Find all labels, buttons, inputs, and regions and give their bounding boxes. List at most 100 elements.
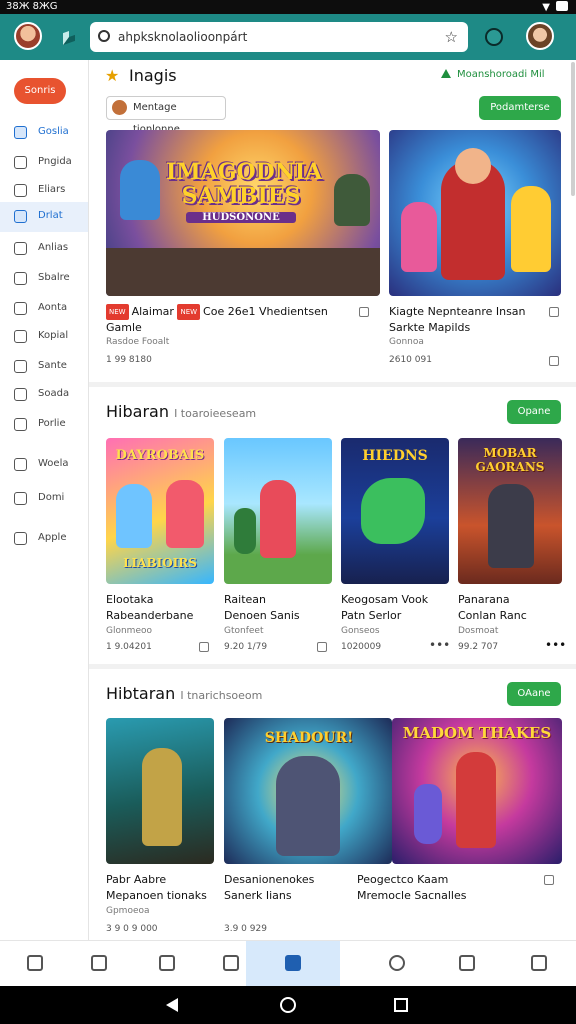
sidebar-item[interactable]: Apple: [0, 524, 88, 554]
sidebar-item[interactable]: Soada: [0, 380, 88, 410]
play-icon: [91, 955, 107, 971]
search-input[interactable]: ahpksknolaolioonpárt: [118, 30, 247, 44]
sidebar-primary-button[interactable]: Sonris: [14, 78, 66, 104]
tag-icon: [14, 330, 27, 343]
menu-toggle-icon[interactable]: [63, 28, 75, 46]
apps-icon: [285, 955, 301, 971]
card-title[interactable]: NEW Alaimar NEW Coe 26e1 Vhedientsen Gamle: [106, 304, 366, 336]
card-subtitle: Gpmoeoa: [106, 906, 150, 916]
sidebar-item-label: Domi: [38, 492, 65, 503]
sidebar-item[interactable]: Pngida: [0, 148, 88, 178]
sidebar-item-label: Woela: [38, 458, 69, 469]
card-title-line2: Conlan Ranc: [458, 609, 527, 622]
recents-icon[interactable]: [394, 998, 408, 1012]
star-icon[interactable]: ☆: [445, 22, 458, 52]
link-icon: [14, 242, 27, 255]
sidebar-item[interactable]: Anlias: [0, 234, 88, 264]
bottom-nav-item[interactable]: [432, 941, 502, 987]
bottom-nav-item[interactable]: [132, 941, 202, 987]
bottom-nav-item[interactable]: [64, 941, 134, 987]
sidebar-item[interactable]: Aonta: [0, 294, 88, 324]
section-action-button[interactable]: Opane: [507, 400, 561, 424]
more-icon[interactable]: [544, 875, 554, 885]
card-title[interactable]: Panarana Conlan Ranc: [458, 592, 562, 624]
sidebar-item[interactable]: Sante: [0, 352, 88, 382]
game-card-image[interactable]: [389, 130, 561, 296]
more-icon[interactable]: [549, 307, 559, 317]
app-logo-avatar[interactable]: [14, 22, 42, 50]
card-title[interactable]: Raitean Denoen Sanis: [224, 592, 334, 624]
game-card-image[interactable]: MADOM THAKES: [392, 718, 562, 864]
sidebar-item-label: Sante: [38, 360, 67, 371]
bottom-nav-item[interactable]: [0, 941, 70, 987]
warrior-character: [488, 484, 534, 568]
section-right-link[interactable]: Moanshoroadi Mil: [441, 69, 545, 80]
card-meta: 9.20 1/79: [224, 642, 268, 652]
card-meta: 3 9 0 9 000: [106, 924, 158, 934]
game-card-image[interactable]: MOBAR GAORANS: [458, 438, 562, 584]
card-title[interactable]: Keogosam Vook Patn Serlor: [341, 592, 453, 624]
scrollbar[interactable]: [571, 62, 575, 196]
sidebar-item[interactable]: Kopial: [0, 322, 88, 352]
home-button-icon[interactable]: [280, 997, 296, 1013]
section-title: Inagis: [129, 66, 177, 85]
card-title[interactable]: Elootaka Rabeanderbane: [106, 592, 216, 624]
filter-chip[interactable]: Mentage tionlonne: [106, 96, 226, 135]
more-icon[interactable]: •••: [429, 638, 450, 652]
alert-icon: [441, 69, 451, 78]
save-icon[interactable]: [317, 642, 327, 652]
bottom-nav-item[interactable]: [362, 941, 432, 987]
game-card-image[interactable]: HIEDNS: [341, 438, 449, 584]
sidebar-item-label: Sbalre: [38, 272, 70, 283]
card-title-line2: Mepanoen tionaks: [106, 889, 207, 902]
card-title-line1: Pabr Aabre: [106, 873, 167, 886]
game-art-title: SHADOUR!: [264, 730, 354, 746]
search-bar[interactable]: ahpksknolaolioonpárt ☆: [90, 22, 468, 52]
section-action-button[interactable]: OAane: [507, 682, 561, 706]
save-icon[interactable]: [199, 642, 209, 652]
bag-icon: [14, 388, 27, 401]
card-meta: 1 99 8180: [106, 355, 152, 365]
card-title-line1: Keogosam Vook: [341, 593, 429, 606]
profile-icon: [531, 955, 547, 971]
side-character: [511, 186, 551, 272]
card-title[interactable]: Peogectco Kaam Mremocle Sacnalles: [357, 872, 497, 904]
more-icon[interactable]: •••: [545, 638, 566, 652]
raccoon-character: [276, 756, 340, 856]
game-card-image[interactable]: DAYROBAIS LIABIOIRS: [106, 438, 214, 584]
card-subtitle: Gonseos: [341, 626, 380, 636]
card-title[interactable]: Kiagte Nepnteanre Insan Sarkte Mapilds: [389, 304, 549, 336]
card-subtitle: Gtonfeet: [224, 626, 264, 636]
hero-character: [456, 752, 496, 848]
card-title[interactable]: Pabr Aabre Mepanoen tionaks: [106, 872, 216, 904]
card-title-line2: Rabeanderbane: [106, 609, 194, 622]
card-title-line2: Gamle: [106, 321, 142, 334]
user-avatar[interactable]: [526, 22, 554, 50]
game-art-title: MADOM THAKES: [402, 724, 552, 742]
game-card-image[interactable]: SHADOUR!: [224, 718, 392, 864]
save-icon[interactable]: [549, 356, 559, 366]
bottom-nav-item[interactable]: [504, 941, 574, 987]
sidebar-item[interactable]: Porlie: [0, 410, 88, 440]
more-icon[interactable]: [359, 307, 369, 317]
card-meta: 2610 091: [389, 355, 432, 365]
app-bar: ahpksknolaolioonpárt ☆: [0, 14, 576, 60]
sidebar-item[interactable]: Domi: [0, 484, 88, 514]
sidebar-item[interactable]: Woela: [0, 450, 88, 480]
card-title[interactable]: Desanionenokes Sanerk Iians: [224, 872, 344, 904]
section-action-button[interactable]: Podamterse: [479, 96, 561, 120]
sidebar-item-label: Aonta: [38, 302, 68, 313]
notification-icon[interactable]: [485, 28, 503, 46]
status-bar: 38Ж 8ЖG ▼: [0, 0, 576, 14]
game-card-image[interactable]: [106, 718, 214, 864]
back-icon[interactable]: [166, 998, 178, 1012]
sidebar-item[interactable]: Drlat: [0, 202, 88, 232]
game-card-image[interactable]: IMAGODNIA SAMBIES HUDSONONE: [106, 130, 380, 296]
sidebar-item-label: Kopial: [38, 330, 69, 341]
star-icon: ★: [105, 66, 120, 85]
bottom-nav-item[interactable]: [246, 941, 340, 987]
sidebar-item[interactable]: Sbalre: [0, 264, 88, 294]
battery-icon: [556, 1, 568, 11]
sidebar-item[interactable]: Goslia: [0, 118, 88, 148]
game-card-image[interactable]: [224, 438, 332, 584]
